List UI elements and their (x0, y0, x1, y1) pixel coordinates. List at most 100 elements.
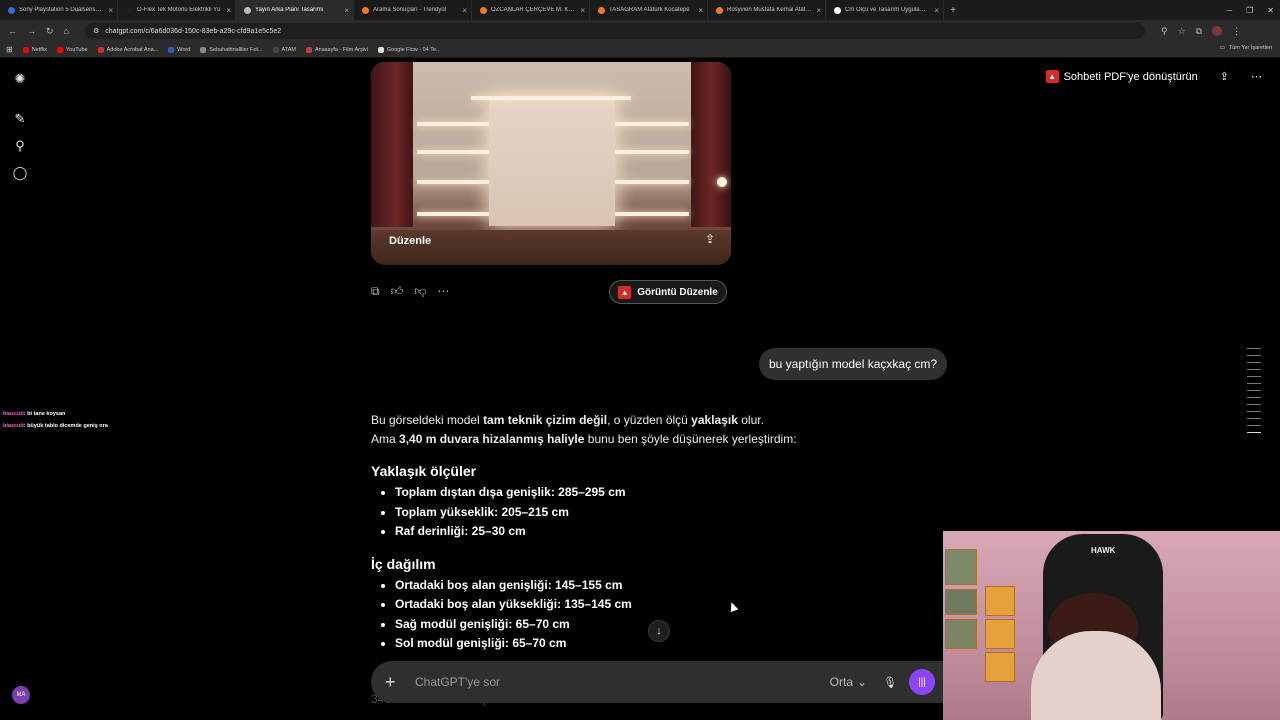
bookmark-item[interactable]: Word (168, 46, 190, 53)
forward-icon[interactable]: → (27, 26, 36, 37)
waveform-icon: ||| (918, 676, 926, 688)
bookmark-item[interactable]: Google Flow - 04 Te... (377, 46, 441, 53)
reload-icon[interactable]: ↻ (46, 26, 54, 37)
poster (985, 586, 1015, 616)
new-tab-button[interactable]: + (944, 5, 962, 16)
image-share-icon[interactable]: ⇪ (705, 232, 715, 246)
pdf-convert-button[interactable]: ▲ Sohbeti PDF'ye dönüştürün (1045, 70, 1198, 83)
zoom-icon[interactable]: ⚲ (1161, 26, 1168, 37)
tab-title: ÖZCANLAR ÇERÇEVE M. Kemal (491, 7, 577, 13)
extensions-icon[interactable]: ⧉ (1196, 26, 1202, 37)
bookmark-label: ATAM (281, 46, 297, 53)
tab-close-icon[interactable]: × (580, 6, 585, 15)
profile-avatar[interactable] (1212, 26, 1223, 36)
tab-close-icon[interactable]: × (816, 6, 821, 15)
all-bookmarks[interactable]: ▭ Tüm Yer İşaretleri (1220, 45, 1272, 51)
browser-tab[interactable]: ÖZCANLAR ÇERÇEVE M. Kemal × (472, 0, 590, 20)
window-controls: ─ ❐ ✕ (1226, 0, 1274, 20)
bookmark-label: Google Flow - 04 Te... (386, 46, 441, 53)
apps-icon[interactable]: ⊞ (6, 45, 13, 54)
tab-close-icon[interactable]: × (344, 6, 349, 15)
lamp (717, 177, 727, 187)
image-edit-label[interactable]: Düzenle (389, 235, 431, 247)
url-text: chatgpt.com/c/6a6d036d-150c-83eb-a29c-cf… (105, 27, 282, 35)
tab-close-icon[interactable]: × (226, 6, 231, 15)
more-options-icon[interactable]: ⋯ (1251, 70, 1262, 83)
browser-tab[interactable]: Arama Sonuçları - Trendyol × (354, 0, 472, 20)
tab-close-icon[interactable]: × (108, 6, 113, 15)
tab-favicon-icon (598, 6, 605, 14)
bookmark-favicon-icon (168, 46, 175, 53)
tab-close-icon[interactable]: × (698, 6, 703, 15)
heading-approx-dimensions: Yaklaşık ölçüler (371, 463, 477, 479)
browser-tab-bar: Sony Playstation 5 Dualsense Ş × O-Flex Te… (0, 0, 1280, 20)
mode-selector[interactable]: Orta ⌄ (830, 675, 867, 689)
tab-favicon-icon (716, 6, 723, 14)
generated-image[interactable]: Düzenle ⇪ (371, 62, 731, 265)
bookmark-label: YouTube (65, 46, 88, 53)
shelf (417, 180, 489, 184)
bookmark-item[interactable]: Sebahattinalliler Fot... (200, 46, 263, 53)
menu-icon[interactable]: ⋮ (1232, 26, 1241, 37)
bookmark-label: Netflix (31, 46, 47, 53)
thumbs-up-icon[interactable]: 👍︎ (391, 284, 404, 299)
acrobat-icon: ▲ (618, 285, 632, 299)
microphone-icon[interactable]: 🎙︎ (883, 676, 897, 689)
share-icon[interactable]: ⇪ (1220, 70, 1229, 83)
answer-paragraph-2: Ama 3,40 m duvara hizalanmış haliyle bun… (371, 432, 797, 446)
bookmark-item[interactable]: Netflix (22, 46, 47, 53)
bookmark-item[interactable]: ATAM (272, 46, 297, 53)
tab-close-icon[interactable]: × (462, 6, 467, 15)
tab-close-icon[interactable]: × (934, 6, 939, 15)
more-icon[interactable]: ⋯ (437, 284, 449, 299)
browser-tab[interactable]: Rosyvien Mustafa Kemal Atatürk × (708, 0, 826, 20)
user-avatar[interactable]: MA (12, 686, 30, 704)
sidebar-rail: ✺ ✎ ⚲ ◯ (0, 58, 40, 720)
copy-icon[interactable]: ⧉ (371, 284, 380, 299)
tab-title: Cm Ölçü ve Tasarım Uygulamalı (845, 7, 931, 13)
restore-icon[interactable]: ❐ (1246, 6, 1253, 15)
new-chat-icon[interactable]: ✎ (11, 110, 29, 128)
attach-plus-icon[interactable]: + (385, 672, 401, 693)
close-window-icon[interactable]: ✕ (1267, 6, 1274, 15)
heading-inner-layout: İç dağılım (371, 555, 436, 572)
message-actions: ⧉ 👍︎ 👎︎ ⋯ (371, 284, 449, 299)
back-icon[interactable]: ← (8, 26, 17, 37)
browser-tab[interactable]: Sony Playstation 5 Dualsense Ş × (0, 0, 118, 20)
browser-tab[interactable]: Cm Ölçü ve Tasarım Uygulamalı × (826, 0, 944, 20)
list-item: Toplam dıştan dışa genişlik: 285–295 cm (395, 483, 931, 503)
edit-image-button[interactable]: ▲ Görüntü Düzenle (609, 280, 727, 304)
bookmark-item[interactable]: Adobe Acrobat Ana... (97, 46, 158, 53)
shelf (417, 212, 489, 216)
assistant-answer: Bu görseldeki model tam teknik çizim değ… (371, 411, 931, 706)
search-icon[interactable]: ⚲ (11, 137, 29, 155)
bookmark-item[interactable]: Anasayfa - Film Arşivi (306, 46, 368, 53)
wall-panel (489, 96, 615, 226)
url-field[interactable]: ⚙ chatgpt.com/c/6a6d036d-150c-83eb-a29c-… (84, 23, 1145, 39)
thumbs-down-icon[interactable]: 👎︎ (414, 284, 426, 299)
shelf (471, 96, 631, 100)
shelf (615, 180, 689, 184)
shelf (417, 122, 489, 126)
voice-mode-button[interactable]: ||| (909, 669, 935, 695)
openai-logo-icon[interactable]: ✺ (11, 70, 29, 88)
conversation-outline[interactable] (1247, 348, 1261, 439)
pdf-icon: ▲ (1045, 70, 1059, 83)
address-bar-row: ← → ↻ ⌂ ⚙ chatgpt.com/c/6a6d036d-150c-83… (0, 20, 1280, 42)
curtain-left (371, 62, 413, 227)
prompt-input[interactable]: ChatGPT'ye sor (415, 675, 830, 689)
curtain-right (691, 62, 731, 227)
bookmark-item[interactable]: YouTube (56, 46, 88, 53)
list-item: Toplam yükseklik: 205–215 cm (395, 503, 931, 523)
home-icon[interactable]: ⌂ (64, 26, 69, 37)
chat-bubble-icon[interactable]: ◯ (11, 164, 29, 182)
site-info-icon[interactable]: ⚙ (93, 27, 99, 35)
tab-title: O-Flex Tek Motorlu Elektrikli Yü (137, 7, 221, 13)
minimize-icon[interactable]: ─ (1226, 6, 1232, 15)
bookmark-star-icon[interactable]: ☆ (1178, 26, 1186, 37)
scroll-down-button[interactable]: ↓ (648, 620, 670, 642)
browser-tab[interactable]: O-Flex Tek Motorlu Elektrikli Yü × (118, 0, 236, 20)
poster (945, 549, 977, 585)
browser-tab[interactable]: TASAGRAM Atatürk Kocatepe × (590, 0, 708, 20)
browser-tab[interactable]: Yayın Arka Planı Tasarımı × (236, 0, 354, 20)
